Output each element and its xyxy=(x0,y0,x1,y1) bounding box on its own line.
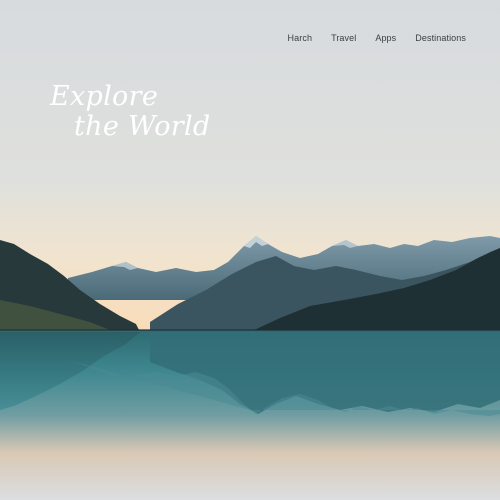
landing-page: Harch Travel Apps Destinations Explore t… xyxy=(0,0,500,500)
nav-link-harch[interactable]: Harch xyxy=(288,33,313,43)
nav-link-apps[interactable]: Apps xyxy=(375,33,396,43)
hero-title-line-2: the World xyxy=(74,111,211,142)
nav-link-travel[interactable]: Travel xyxy=(331,33,356,43)
hero-title-line-1: Explore xyxy=(50,81,159,112)
top-navigation: Harch Travel Apps Destinations xyxy=(288,33,466,43)
hero-title: Explore the World xyxy=(50,82,211,142)
nav-link-destinations[interactable]: Destinations xyxy=(415,33,466,43)
mountain-lake-background xyxy=(0,0,500,500)
